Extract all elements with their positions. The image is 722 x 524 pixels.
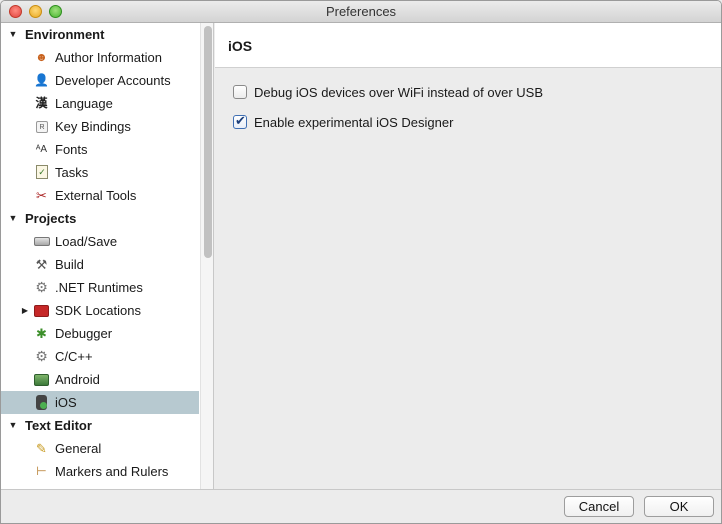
sidebar-item-label: SDK Locations — [55, 303, 141, 318]
sidebar-item-label: Developer Accounts — [55, 73, 171, 88]
sidebar-item-fonts[interactable]: ᴬA Fonts — [1, 138, 199, 161]
sidebar-item-general[interactable]: ✎ General — [1, 437, 199, 460]
disclosure-expanded-icon[interactable]: ▼ — [8, 414, 18, 437]
sidebar-item-c-cpp[interactable]: ⚙ C/C++ — [1, 345, 199, 368]
sidebar-item-label: Markers and Rulers — [55, 464, 169, 479]
settings-panel: iOS Debug iOS devices over WiFi instead … — [215, 23, 721, 489]
scrollbar-thumb[interactable] — [204, 26, 212, 258]
section-label: Text Editor — [25, 418, 92, 433]
sidebar-scrollbar[interactable] — [200, 23, 213, 489]
cancel-button[interactable]: Cancel — [564, 496, 634, 517]
sidebar-item-label: Build — [55, 257, 84, 272]
disclosure-expanded-icon[interactable]: ▼ — [8, 23, 18, 46]
sidebar-item-build[interactable]: ⚒ Build — [1, 253, 199, 276]
gear-icon: ⚙ — [35, 279, 48, 295]
gear-icon: ⚙ — [35, 348, 48, 364]
section-label: Environment — [25, 27, 105, 42]
disk-icon — [34, 237, 50, 246]
kanji-icon: 漢 — [35, 96, 48, 110]
sidebar-item-label: Key Bindings — [55, 119, 131, 134]
sidebar-item-label: C/C++ — [55, 349, 93, 364]
sidebar-item-debugger[interactable]: ✱ Debugger — [1, 322, 199, 345]
sidebar-item-net-runtimes[interactable]: ⚙ .NET Runtimes — [1, 276, 199, 299]
panel-header: iOS — [215, 23, 721, 68]
sidebar-item-ios[interactable]: iOS — [1, 391, 199, 414]
sidebar-item-label: .NET Runtimes — [55, 280, 143, 295]
pencil-note-icon: ✎ — [36, 441, 47, 456]
sidebar-item-markers-and-rulers[interactable]: ⊢ Markers and Rulers — [1, 460, 199, 483]
preferences-sidebar: ▼ Environment ☻ Author Information 👤 Dev… — [1, 23, 214, 489]
tools-icon: ✂ — [36, 188, 47, 203]
sidebar-item-tasks[interactable]: ✓ Tasks — [1, 161, 199, 184]
sidebar-item-label: Author Information — [55, 50, 162, 65]
sidebar-item-label: General — [55, 441, 102, 456]
sidebar-item-android[interactable]: Android — [1, 368, 199, 391]
sidebar-item-label: Language — [55, 96, 113, 111]
preferences-window: Preferences ▼ Environment ☻ Author Infor… — [0, 0, 722, 524]
experimental-designer-checkbox[interactable] — [233, 113, 247, 129]
sidebar-item-label: Tasks — [55, 165, 89, 180]
person-icon: 👤 — [34, 73, 49, 87]
sidebar-item-language[interactable]: 漢 Language — [1, 92, 199, 115]
sidebar-item-load-save[interactable]: Load/Save — [1, 230, 199, 253]
hammer-icon: ⚒ — [35, 257, 48, 272]
sidebar-item-label: Debugger — [55, 326, 113, 341]
disclosure-collapsed-icon[interactable]: ▶ — [20, 299, 30, 322]
section-projects[interactable]: ▼ Projects — [1, 207, 199, 230]
sidebar-item-label: External Tools — [55, 188, 137, 203]
sidebar-item-label: iOS — [55, 395, 77, 410]
bug-icon: ✱ — [36, 326, 47, 341]
window-title: Preferences — [325, 4, 397, 19]
sidebar-item-external-tools[interactable]: ✂ External Tools — [1, 184, 199, 207]
ruler-icon: ⊢ — [36, 464, 47, 478]
sidebar-item-author-information[interactable]: ☻ Author Information — [1, 46, 199, 69]
dialog-button-bar: Cancel OK — [1, 489, 721, 523]
sidebar-item-label: Load/Save — [55, 234, 118, 249]
sidebar-item-sdk-locations[interactable]: ▶ SDK Locations — [1, 299, 199, 322]
page-title: iOS — [228, 38, 253, 54]
fonts-icon: ᴬA — [35, 144, 48, 155]
toolbox-icon — [34, 305, 49, 317]
android-icon — [34, 374, 49, 386]
debug-over-wifi-checkbox[interactable] — [233, 85, 247, 99]
sidebar-item-key-bindings[interactable]: R Key Bindings — [1, 115, 199, 138]
checkbox-label[interactable]: Debug iOS devices over WiFi instead of o… — [254, 85, 543, 101]
title-bar[interactable]: Preferences — [1, 1, 721, 23]
section-text-editor[interactable]: ▼ Text Editor — [1, 414, 199, 437]
sidebar-item-label: Android — [55, 372, 100, 387]
author-icon: ☻ — [35, 50, 48, 64]
checkbox-label[interactable]: Enable experimental iOS Designer — [254, 115, 453, 131]
sidebar-item-label: Fonts — [55, 142, 88, 157]
ok-button[interactable]: OK — [644, 496, 714, 517]
section-environment[interactable]: ▼ Environment — [1, 23, 199, 46]
ios-device-icon — [36, 395, 47, 410]
category-tree: ▼ Environment ☻ Author Information 👤 Dev… — [1, 23, 199, 483]
keyboard-key-icon: R — [36, 121, 48, 133]
tasks-checklist-icon: ✓ — [36, 165, 48, 179]
section-label: Projects — [25, 211, 77, 226]
disclosure-expanded-icon[interactable]: ▼ — [8, 207, 18, 230]
sidebar-item-developer-accounts[interactable]: 👤 Developer Accounts — [1, 69, 199, 92]
